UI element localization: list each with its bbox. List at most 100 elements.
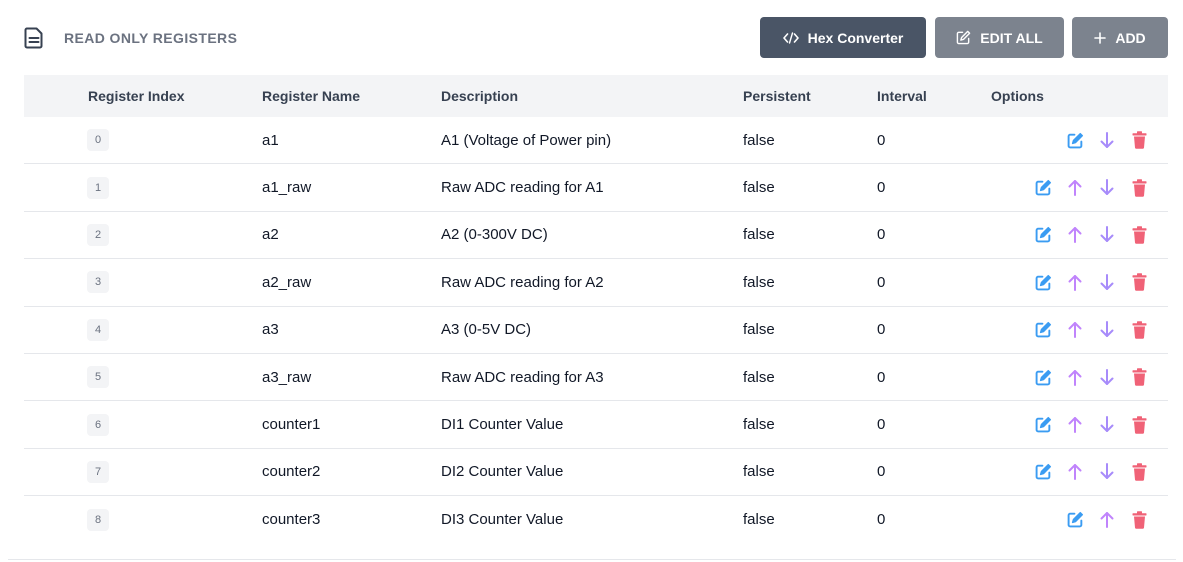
column-header-interval: Interval [877, 88, 927, 104]
index-badge: 0 [87, 129, 109, 152]
plus-icon [1094, 31, 1107, 44]
cell-description: A3 (0-5V DC) [441, 321, 532, 339]
cell-interval: 0 [877, 416, 886, 434]
index-badge: 1 [87, 176, 109, 199]
delete-icon[interactable] [1130, 415, 1148, 434]
edit-icon [956, 30, 971, 45]
delete-icon[interactable] [1130, 178, 1148, 197]
add-label: ADD [1115, 29, 1146, 46]
index-badge: 3 [87, 271, 109, 294]
row-options [1020, 164, 1148, 210]
cell-persistent: false [743, 131, 775, 149]
row-options [1052, 117, 1148, 163]
row-options [1020, 212, 1148, 258]
move-up-icon[interactable] [1066, 463, 1084, 481]
cell-name: counter3 [262, 511, 321, 529]
index-badge: 8 [87, 508, 109, 531]
row-options [1020, 259, 1148, 305]
section-title: READ ONLY REGISTERS [24, 27, 237, 49]
row-options [1020, 307, 1148, 353]
move-up-icon[interactable] [1066, 321, 1084, 339]
cell-index: 2 [87, 212, 109, 258]
edit-all-button[interactable]: EDIT ALL [935, 17, 1064, 58]
hex-converter-label: Hex Converter [807, 29, 904, 46]
cell-index: 5 [87, 354, 109, 400]
delete-icon[interactable] [1130, 368, 1148, 386]
table-row: 2 a2 A2 (0-300V DC) false 0 [24, 212, 1168, 260]
table-row: 7 counter2 DI2 Counter Value false 0 [24, 449, 1168, 497]
row-options [1052, 496, 1148, 543]
cell-description: A2 (0-300V DC) [441, 226, 548, 244]
cell-index: 8 [87, 496, 109, 543]
move-down-icon[interactable] [1098, 321, 1116, 339]
document-icon [24, 27, 43, 49]
table-header: Register Index Register Name Description… [24, 75, 1168, 117]
column-header-name: Register Name [262, 88, 361, 104]
cell-index: 0 [87, 117, 109, 163]
cell-description: DI3 Counter Value [441, 511, 564, 529]
cell-persistent: false [743, 416, 775, 434]
add-button[interactable]: ADD [1072, 17, 1168, 58]
table-row: 4 a3 A3 (0-5V DC) false 0 [24, 307, 1168, 354]
edit-icon[interactable] [1034, 416, 1052, 434]
table-row: 3 a2_raw Raw ADC reading for A2 false 0 [24, 259, 1168, 307]
registers-table: Register Index Register Name Description… [24, 75, 1168, 544]
move-down-icon[interactable] [1098, 179, 1116, 197]
table-row: 1 a1_raw Raw ADC reading for A1 false 0 [24, 164, 1168, 212]
move-down-icon[interactable] [1098, 273, 1116, 291]
move-down-icon[interactable] [1098, 226, 1116, 244]
table-row: 5 a3_raw Raw ADC reading for A3 false 0 [24, 354, 1168, 402]
index-badge: 7 [87, 460, 109, 483]
edit-icon[interactable] [1034, 321, 1052, 339]
delete-icon[interactable] [1130, 273, 1148, 292]
edit-all-label: EDIT ALL [980, 29, 1043, 46]
table-row: 0 a1 A1 (Voltage of Power pin) false 0 [24, 117, 1168, 165]
edit-icon[interactable] [1066, 131, 1084, 149]
cell-index: 4 [87, 307, 109, 353]
delete-icon[interactable] [1130, 131, 1148, 149]
cell-name: a1 [262, 131, 279, 149]
cell-name: counter1 [262, 416, 321, 434]
index-badge: 5 [87, 366, 109, 389]
column-header-options: Options [991, 88, 1044, 104]
cell-persistent: false [743, 511, 775, 529]
move-up-icon[interactable] [1066, 416, 1084, 434]
move-down-icon[interactable] [1098, 416, 1116, 434]
move-up-icon[interactable] [1066, 179, 1084, 197]
move-up-icon[interactable] [1066, 368, 1084, 386]
index-badge: 4 [87, 318, 109, 341]
cell-index: 6 [87, 401, 109, 447]
move-up-icon[interactable] [1098, 511, 1116, 529]
cell-description: Raw ADC reading for A1 [441, 179, 604, 197]
edit-icon[interactable] [1034, 179, 1052, 197]
table-row: 8 counter3 DI3 Counter Value false 0 [24, 496, 1168, 543]
cell-interval: 0 [877, 368, 886, 386]
row-options [1020, 401, 1148, 447]
cell-name: a3 [262, 321, 279, 339]
move-down-icon[interactable] [1098, 463, 1116, 481]
cell-interval: 0 [877, 511, 886, 529]
edit-icon[interactable] [1066, 511, 1084, 529]
cell-interval: 0 [877, 226, 886, 244]
cell-index: 7 [87, 449, 109, 495]
move-down-icon[interactable] [1098, 131, 1116, 149]
cell-persistent: false [743, 179, 775, 197]
delete-icon[interactable] [1130, 463, 1148, 481]
cell-interval: 0 [877, 463, 886, 481]
column-header-persistent: Persistent [743, 88, 811, 104]
cell-persistent: false [743, 368, 775, 386]
move-up-icon[interactable] [1066, 226, 1084, 244]
delete-icon[interactable] [1130, 321, 1148, 339]
delete-icon[interactable] [1130, 511, 1148, 529]
edit-icon[interactable] [1034, 226, 1052, 244]
hex-converter-button[interactable]: Hex Converter [760, 17, 926, 58]
edit-icon[interactable] [1034, 368, 1052, 386]
delete-icon[interactable] [1130, 226, 1148, 244]
cell-interval: 0 [877, 179, 886, 197]
edit-icon[interactable] [1034, 463, 1052, 481]
move-up-icon[interactable] [1066, 273, 1084, 291]
divider [8, 559, 1176, 560]
edit-icon[interactable] [1034, 273, 1052, 291]
move-down-icon[interactable] [1098, 368, 1116, 386]
cell-name: a3_raw [262, 368, 312, 386]
